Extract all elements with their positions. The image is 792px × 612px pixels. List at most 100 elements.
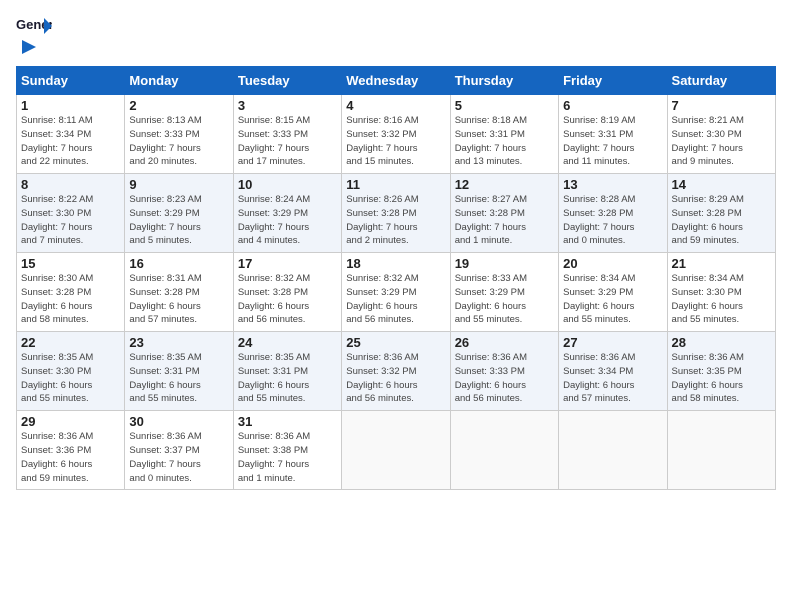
- day-number: 20: [563, 256, 662, 271]
- day-info: Sunrise: 8:31 AMSunset: 3:28 PMDaylight:…: [129, 272, 228, 327]
- day-number: 24: [238, 335, 337, 350]
- day-info: Sunrise: 8:30 AMSunset: 3:28 PMDaylight:…: [21, 272, 120, 327]
- day-number: 16: [129, 256, 228, 271]
- day-cell-24: 24Sunrise: 8:35 AMSunset: 3:31 PMDayligh…: [233, 332, 341, 411]
- day-cell-18: 18Sunrise: 8:32 AMSunset: 3:29 PMDayligh…: [342, 253, 450, 332]
- day-info: Sunrise: 8:36 AMSunset: 3:34 PMDaylight:…: [563, 351, 662, 406]
- day-number: 30: [129, 414, 228, 429]
- day-number: 22: [21, 335, 120, 350]
- day-info: Sunrise: 8:35 AMSunset: 3:30 PMDaylight:…: [21, 351, 120, 406]
- day-cell-28: 28Sunrise: 8:36 AMSunset: 3:35 PMDayligh…: [667, 332, 775, 411]
- logo: General: [16, 16, 52, 56]
- day-cell-22: 22Sunrise: 8:35 AMSunset: 3:30 PMDayligh…: [17, 332, 125, 411]
- day-number: 17: [238, 256, 337, 271]
- day-info: Sunrise: 8:18 AMSunset: 3:31 PMDaylight:…: [455, 114, 554, 169]
- day-info: Sunrise: 8:27 AMSunset: 3:28 PMDaylight:…: [455, 193, 554, 248]
- day-cell-12: 12Sunrise: 8:27 AMSunset: 3:28 PMDayligh…: [450, 174, 558, 253]
- day-cell-7: 7Sunrise: 8:21 AMSunset: 3:30 PMDaylight…: [667, 95, 775, 174]
- day-number: 18: [346, 256, 445, 271]
- col-header-sunday: Sunday: [17, 67, 125, 95]
- day-number: 6: [563, 98, 662, 113]
- header-row: SundayMondayTuesdayWednesdayThursdayFrid…: [17, 67, 776, 95]
- day-info: Sunrise: 8:32 AMSunset: 3:28 PMDaylight:…: [238, 272, 337, 327]
- day-info: Sunrise: 8:36 AMSunset: 3:38 PMDaylight:…: [238, 430, 337, 485]
- page-container: General SundayMondayTuesdayWednesdayThur…: [0, 0, 792, 498]
- day-number: 2: [129, 98, 228, 113]
- week-row-3: 15Sunrise: 8:30 AMSunset: 3:28 PMDayligh…: [17, 253, 776, 332]
- col-header-wednesday: Wednesday: [342, 67, 450, 95]
- day-cell-8: 8Sunrise: 8:22 AMSunset: 3:30 PMDaylight…: [17, 174, 125, 253]
- day-cell-4: 4Sunrise: 8:16 AMSunset: 3:32 PMDaylight…: [342, 95, 450, 174]
- col-header-tuesday: Tuesday: [233, 67, 341, 95]
- week-row-2: 8Sunrise: 8:22 AMSunset: 3:30 PMDaylight…: [17, 174, 776, 253]
- day-number: 11: [346, 177, 445, 192]
- day-info: Sunrise: 8:33 AMSunset: 3:29 PMDaylight:…: [455, 272, 554, 327]
- day-info: Sunrise: 8:36 AMSunset: 3:37 PMDaylight:…: [129, 430, 228, 485]
- day-number: 10: [238, 177, 337, 192]
- day-cell-15: 15Sunrise: 8:30 AMSunset: 3:28 PMDayligh…: [17, 253, 125, 332]
- day-number: 28: [672, 335, 771, 350]
- header: General: [16, 16, 776, 56]
- day-info: Sunrise: 8:15 AMSunset: 3:33 PMDaylight:…: [238, 114, 337, 169]
- day-number: 27: [563, 335, 662, 350]
- day-cell-3: 3Sunrise: 8:15 AMSunset: 3:33 PMDaylight…: [233, 95, 341, 174]
- day-info: Sunrise: 8:13 AMSunset: 3:33 PMDaylight:…: [129, 114, 228, 169]
- day-info: Sunrise: 8:35 AMSunset: 3:31 PMDaylight:…: [129, 351, 228, 406]
- day-cell-5: 5Sunrise: 8:18 AMSunset: 3:31 PMDaylight…: [450, 95, 558, 174]
- day-cell-9: 9Sunrise: 8:23 AMSunset: 3:29 PMDaylight…: [125, 174, 233, 253]
- day-number: 19: [455, 256, 554, 271]
- day-number: 23: [129, 335, 228, 350]
- day-cell-10: 10Sunrise: 8:24 AMSunset: 3:29 PMDayligh…: [233, 174, 341, 253]
- day-info: Sunrise: 8:24 AMSunset: 3:29 PMDaylight:…: [238, 193, 337, 248]
- col-header-friday: Friday: [559, 67, 667, 95]
- logo-arrow-icon: [18, 38, 38, 56]
- day-info: Sunrise: 8:34 AMSunset: 3:30 PMDaylight:…: [672, 272, 771, 327]
- day-info: Sunrise: 8:11 AMSunset: 3:34 PMDaylight:…: [21, 114, 120, 169]
- day-info: Sunrise: 8:36 AMSunset: 3:35 PMDaylight:…: [672, 351, 771, 406]
- day-info: Sunrise: 8:36 AMSunset: 3:32 PMDaylight:…: [346, 351, 445, 406]
- day-cell-27: 27Sunrise: 8:36 AMSunset: 3:34 PMDayligh…: [559, 332, 667, 411]
- day-info: Sunrise: 8:36 AMSunset: 3:33 PMDaylight:…: [455, 351, 554, 406]
- day-cell-20: 20Sunrise: 8:34 AMSunset: 3:29 PMDayligh…: [559, 253, 667, 332]
- day-number: 4: [346, 98, 445, 113]
- day-info: Sunrise: 8:16 AMSunset: 3:32 PMDaylight:…: [346, 114, 445, 169]
- col-header-monday: Monday: [125, 67, 233, 95]
- col-header-thursday: Thursday: [450, 67, 558, 95]
- day-cell-21: 21Sunrise: 8:34 AMSunset: 3:30 PMDayligh…: [667, 253, 775, 332]
- day-info: Sunrise: 8:29 AMSunset: 3:28 PMDaylight:…: [672, 193, 771, 248]
- week-row-5: 29Sunrise: 8:36 AMSunset: 3:36 PMDayligh…: [17, 411, 776, 490]
- day-info: Sunrise: 8:34 AMSunset: 3:29 PMDaylight:…: [563, 272, 662, 327]
- day-info: Sunrise: 8:35 AMSunset: 3:31 PMDaylight:…: [238, 351, 337, 406]
- empty-cell: [450, 411, 558, 490]
- day-number: 13: [563, 177, 662, 192]
- day-cell-19: 19Sunrise: 8:33 AMSunset: 3:29 PMDayligh…: [450, 253, 558, 332]
- day-cell-23: 23Sunrise: 8:35 AMSunset: 3:31 PMDayligh…: [125, 332, 233, 411]
- day-cell-26: 26Sunrise: 8:36 AMSunset: 3:33 PMDayligh…: [450, 332, 558, 411]
- day-cell-31: 31Sunrise: 8:36 AMSunset: 3:38 PMDayligh…: [233, 411, 341, 490]
- day-number: 12: [455, 177, 554, 192]
- day-cell-13: 13Sunrise: 8:28 AMSunset: 3:28 PMDayligh…: [559, 174, 667, 253]
- day-cell-1: 1Sunrise: 8:11 AMSunset: 3:34 PMDaylight…: [17, 95, 125, 174]
- day-info: Sunrise: 8:21 AMSunset: 3:30 PMDaylight:…: [672, 114, 771, 169]
- day-info: Sunrise: 8:28 AMSunset: 3:28 PMDaylight:…: [563, 193, 662, 248]
- day-info: Sunrise: 8:26 AMSunset: 3:28 PMDaylight:…: [346, 193, 445, 248]
- empty-cell: [342, 411, 450, 490]
- day-info: Sunrise: 8:23 AMSunset: 3:29 PMDaylight:…: [129, 193, 228, 248]
- day-number: 15: [21, 256, 120, 271]
- day-number: 5: [455, 98, 554, 113]
- day-number: 29: [21, 414, 120, 429]
- day-number: 21: [672, 256, 771, 271]
- empty-cell: [559, 411, 667, 490]
- day-info: Sunrise: 8:32 AMSunset: 3:29 PMDaylight:…: [346, 272, 445, 327]
- day-number: 3: [238, 98, 337, 113]
- day-info: Sunrise: 8:36 AMSunset: 3:36 PMDaylight:…: [21, 430, 120, 485]
- day-cell-2: 2Sunrise: 8:13 AMSunset: 3:33 PMDaylight…: [125, 95, 233, 174]
- day-cell-14: 14Sunrise: 8:29 AMSunset: 3:28 PMDayligh…: [667, 174, 775, 253]
- logo-icon: General: [16, 16, 52, 36]
- day-number: 25: [346, 335, 445, 350]
- day-cell-25: 25Sunrise: 8:36 AMSunset: 3:32 PMDayligh…: [342, 332, 450, 411]
- day-number: 7: [672, 98, 771, 113]
- day-number: 8: [21, 177, 120, 192]
- day-number: 26: [455, 335, 554, 350]
- day-info: Sunrise: 8:19 AMSunset: 3:31 PMDaylight:…: [563, 114, 662, 169]
